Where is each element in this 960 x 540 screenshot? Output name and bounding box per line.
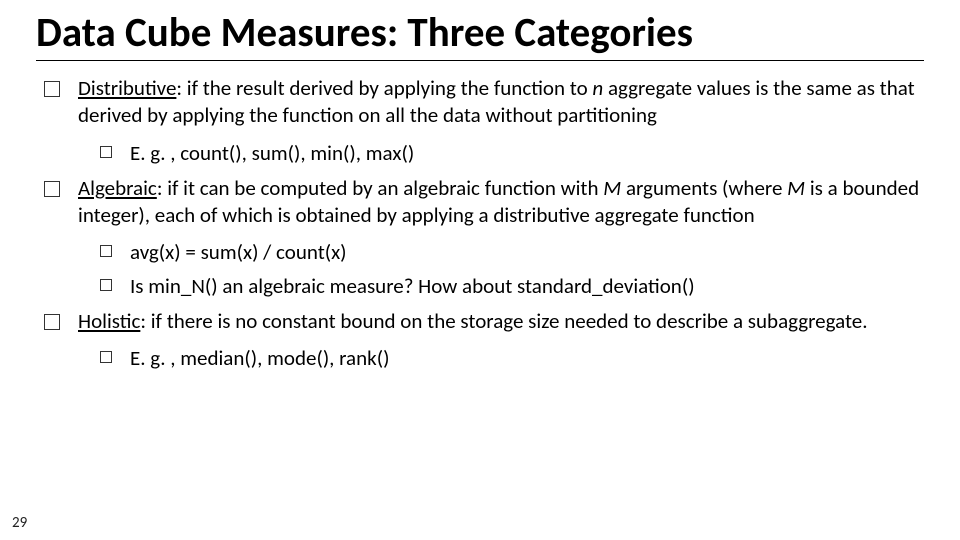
content-body: Distributive: if the result derived by a… (36, 75, 924, 373)
bullet-icon (100, 351, 112, 363)
slide: Data Cube Measures: Three Categories Dis… (0, 0, 960, 540)
list-item-text: E. g. , median(), mode(), rank() (130, 345, 389, 372)
bullet-icon (44, 314, 60, 330)
list-item-text: Is min_N() an algebraic measure? How abo… (130, 273, 695, 300)
list-item: Algebraic: if it can be computed by an a… (36, 175, 924, 230)
bullet-icon (44, 181, 60, 197)
list-item: Distributive: if the result derived by a… (36, 75, 924, 130)
bullet-icon (100, 146, 112, 158)
list-item: E. g. , count(), sum(), min(), max() (100, 140, 924, 167)
bullet-icon (44, 81, 60, 97)
term-distributive: Distributive (78, 75, 176, 101)
list-item-text: E. g. , count(), sum(), min(), max() (130, 140, 414, 167)
bullet-icon (100, 279, 112, 291)
list-item: Is min_N() an algebraic measure? How abo… (100, 273, 924, 300)
list-item-text: Distributive: if the result derived by a… (78, 75, 924, 130)
list-item-text: Algebraic: if it can be computed by an a… (78, 175, 924, 230)
list-item-text: Holistic: if there is no constant bound … (78, 308, 868, 335)
bullet-icon (100, 245, 112, 257)
list-item: E. g. , median(), mode(), rank() (100, 345, 924, 372)
term-holistic: Holistic (78, 308, 140, 334)
term-algebraic: Algebraic (78, 175, 157, 201)
page-number: 29 (12, 514, 27, 532)
list-item: avg(x) = sum(x) / count(x) (100, 239, 924, 266)
list-item-text: avg(x) = sum(x) / count(x) (130, 239, 347, 266)
list-item: Holistic: if there is no constant bound … (36, 308, 924, 335)
page-title: Data Cube Measures: Three Categories (36, 8, 924, 61)
